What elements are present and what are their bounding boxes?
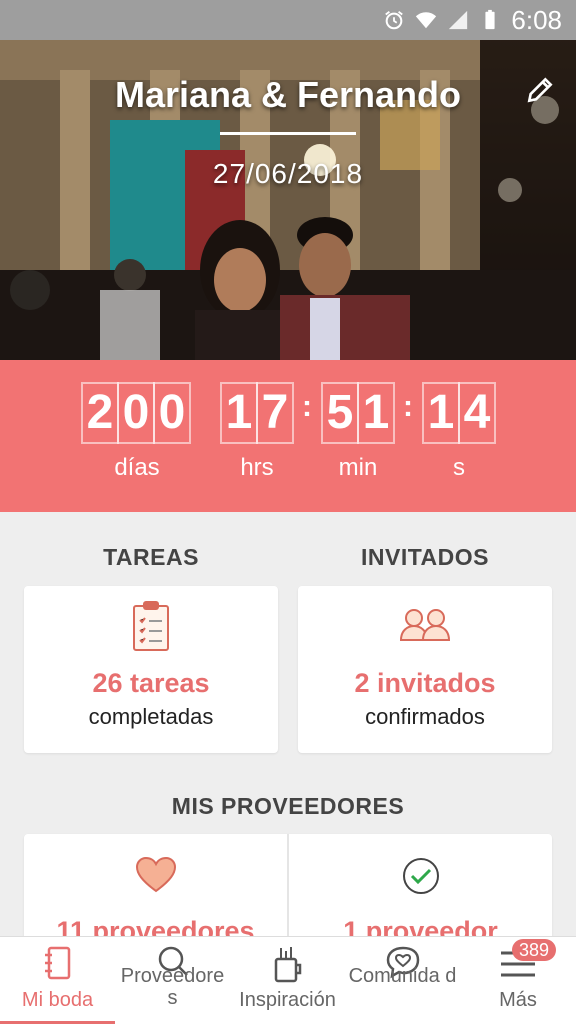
guests-count: 2 invitados [354, 668, 496, 698]
signal-icon [449, 10, 468, 30]
inspiration-icon [274, 947, 301, 983]
countdown-seconds: 14 [422, 382, 496, 444]
countdown-digit: 5 [321, 382, 359, 444]
couple-names: Mariana & Fernando [114, 74, 462, 115]
wifi-icon [416, 12, 437, 29]
nav-mas[interactable]: 389 Más [460, 937, 576, 1024]
tasks-caption: completadas [88, 704, 214, 729]
bottom-navigation: Mi boda Proveedore s Inspiración Comunid… [0, 936, 576, 1024]
alarm-icon [385, 11, 404, 30]
tasks-card[interactable]: 26 tareas completadas [24, 586, 278, 753]
countdown-separator: : [302, 390, 312, 423]
nav-inspiracion[interactable]: Inspiración [230, 937, 345, 1024]
battery-icon [485, 9, 495, 30]
countdown-digit: 2 [81, 382, 119, 444]
countdown-digit: 4 [458, 382, 496, 444]
countdown-digit: 1 [220, 382, 258, 444]
check-circle-icon [402, 858, 439, 894]
heart-icon [135, 856, 176, 893]
nav-label: Mi boda [21, 989, 94, 1011]
notifications-badge: 389 [511, 939, 556, 961]
guests-card[interactable]: 2 invitados confirmados [298, 586, 552, 753]
guests-caption: confirmados [365, 704, 485, 729]
saved-providers-tile[interactable]: 11 proveedores [24, 834, 287, 946]
countdown-hours: 17 [220, 382, 294, 444]
tasks-section-title: TAREAS [103, 544, 199, 570]
nav-label: Comunida d [348, 965, 457, 987]
nav-label: Inspiración [239, 989, 336, 1011]
countdown-digit: 7 [256, 382, 294, 444]
notebook-icon [44, 946, 70, 980]
countdown-days: 200 [81, 382, 191, 444]
wedding-countdown: 200 17 : 51 : 14 días hrs min s [0, 360, 576, 512]
nav-proveedores[interactable]: Proveedore s [115, 937, 230, 1024]
days-label: días [114, 454, 160, 481]
couple-photo-header: Mariana & Fernando 27/06/2018 [0, 40, 576, 360]
hired-providers-tile[interactable]: 1 proveedor [289, 834, 552, 946]
countdown-digit: 0 [117, 382, 155, 444]
status-time: 6:08 [511, 4, 562, 35]
countdown-digit: 1 [357, 382, 395, 444]
clipboard-checklist-icon [133, 601, 169, 651]
countdown-separator: : [403, 390, 413, 423]
nav-label: Proveedore s [120, 965, 225, 1009]
nav-label: Más [499, 989, 537, 1011]
status-bar: 6:08 [0, 0, 576, 40]
wedding-date: 27/06/2018 [212, 158, 364, 189]
providers-card: 11 proveedores 1 proveedor [24, 834, 552, 946]
tasks-count: 26 tareas [92, 668, 210, 698]
countdown-digit: 0 [153, 382, 191, 444]
guests-section-title: INVITADOS [360, 544, 490, 570]
nav-mi-boda[interactable]: Mi boda [0, 937, 115, 1024]
title-divider [220, 132, 356, 135]
countdown-minutes: 51 [321, 382, 395, 444]
seconds-label: s [453, 454, 465, 481]
providers-section-title: MIS PROVEEDORES [171, 793, 405, 819]
guests-people-icon [399, 609, 451, 641]
nav-comunidad[interactable]: Comunida d [345, 937, 460, 1024]
edit-pencil-icon[interactable] [524, 74, 556, 106]
countdown-digit: 1 [422, 382, 460, 444]
